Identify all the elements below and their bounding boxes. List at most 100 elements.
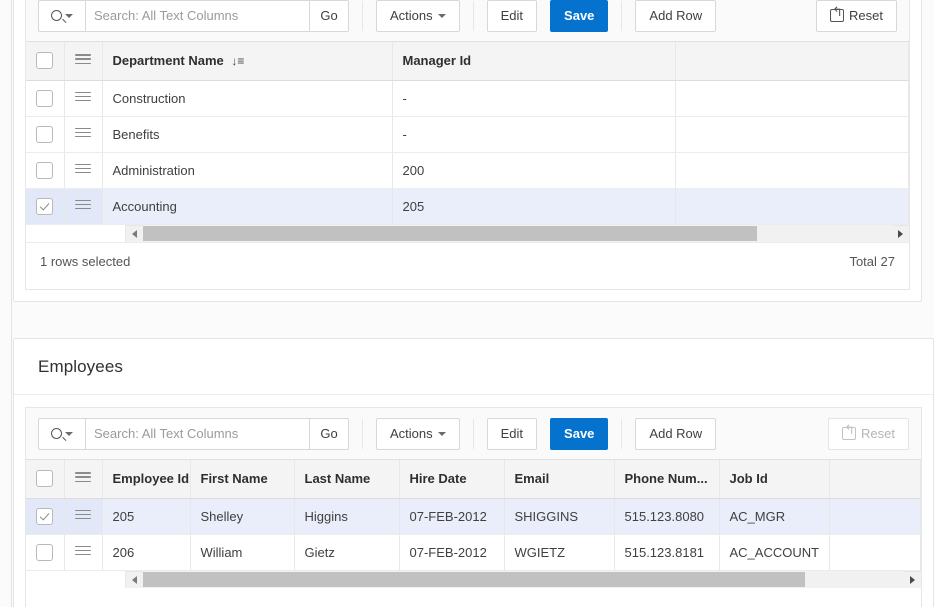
cell-phone-number[interactable]: 515.123.8080 — [614, 498, 719, 534]
departments-edit-button[interactable]: Edit — [487, 0, 537, 32]
cell-employee-id[interactable]: 206 — [102, 534, 190, 570]
table-row[interactable]: 205 Shelley Higgins 07-FEB-2012 SHIGGINS… — [26, 498, 921, 534]
hamburger-icon[interactable] — [75, 507, 91, 522]
cell-department-name[interactable]: Benefits — [102, 116, 392, 152]
row-checkbox[interactable] — [36, 198, 53, 215]
employees-select-all-header[interactable] — [26, 460, 64, 498]
employees-col-first-name[interactable]: First Name — [190, 460, 294, 498]
departments-scroll-track[interactable] — [143, 225, 892, 242]
row-select-cell[interactable] — [26, 188, 64, 224]
row-select-cell[interactable] — [26, 116, 64, 152]
row-actions-cell[interactable] — [64, 188, 102, 224]
row-checkbox[interactable] — [36, 90, 53, 107]
employees-search-columns-button[interactable] — [38, 418, 85, 450]
departments-search-input[interactable] — [85, 0, 309, 32]
row-checkbox[interactable] — [36, 126, 53, 143]
scroll-right-arrow-icon[interactable] — [892, 225, 909, 242]
row-checkbox[interactable] — [36, 544, 53, 561]
cell-manager-id[interactable]: - — [392, 80, 675, 116]
cell-first-name[interactable]: Shelley — [190, 498, 294, 534]
cell-department-name[interactable]: Accounting — [102, 188, 392, 224]
employees-col-hire-date[interactable]: Hire Date — [399, 460, 504, 498]
cell-last-name[interactable]: Gietz — [294, 534, 399, 570]
select-all-checkbox[interactable] — [36, 52, 53, 69]
row-select-cell[interactable] — [26, 498, 64, 534]
row-checkbox[interactable] — [36, 508, 53, 525]
employees-col-phone-number[interactable]: Phone Num... — [614, 460, 719, 498]
departments-search-columns-button[interactable] — [38, 0, 85, 32]
row-actions-cell[interactable] — [64, 116, 102, 152]
cell-email[interactable]: WGIETZ — [504, 534, 614, 570]
chevron-down-icon — [438, 14, 446, 18]
scroll-right-arrow-icon[interactable] — [904, 571, 921, 588]
hamburger-icon[interactable] — [75, 89, 91, 104]
employees-row-actions-header[interactable] — [64, 460, 102, 498]
cell-manager-id[interactable]: 205 — [392, 188, 675, 224]
row-actions-cell[interactable] — [64, 152, 102, 188]
employees-col-last-name[interactable]: Last Name — [294, 460, 399, 498]
departments-horizontal-scrollbar[interactable] — [26, 225, 909, 242]
hamburger-icon[interactable] — [75, 543, 91, 558]
col-label-department-name: Department Name — [113, 53, 224, 68]
cell-job-id[interactable]: AC_ACCOUNT — [719, 534, 829, 570]
cell-hire-date[interactable]: 07-FEB-2012 — [399, 498, 504, 534]
employees-add-row-button[interactable]: Add Row — [635, 418, 716, 450]
departments-col-manager-id[interactable]: Manager Id — [392, 42, 675, 80]
table-row[interactable]: Construction - — [26, 80, 909, 116]
departments-reset-button[interactable]: Reset — [816, 0, 897, 32]
row-select-cell[interactable] — [26, 152, 64, 188]
table-row[interactable]: Accounting 205 — [26, 188, 909, 224]
cell-employee-id[interactable]: 205 — [102, 498, 190, 534]
departments-add-row-button[interactable]: Add Row — [635, 0, 716, 32]
employees-actions-button[interactable]: Actions — [376, 418, 460, 450]
scroll-left-arrow-icon[interactable] — [126, 225, 143, 242]
hamburger-icon[interactable] — [75, 197, 91, 212]
employees-edit-button[interactable]: Edit — [487, 418, 537, 450]
cell-first-name[interactable]: William — [190, 534, 294, 570]
employees-save-button[interactable]: Save — [550, 418, 608, 450]
departments-interactive-grid: Go Actions Edit Save Add Row Reset — [25, 0, 910, 290]
departments-select-all-header[interactable] — [26, 42, 64, 80]
cell-hire-date[interactable]: 07-FEB-2012 — [399, 534, 504, 570]
employees-scroll-track[interactable] — [143, 571, 904, 588]
employees-search-input[interactable] — [85, 418, 309, 450]
employees-toolbar-divider-3 — [621, 419, 622, 449]
employees-scroll-thumb[interactable] — [143, 572, 805, 587]
hamburger-icon[interactable] — [75, 161, 91, 176]
cell-phone-number[interactable]: 515.123.8181 — [614, 534, 719, 570]
scroll-left-arrow-icon[interactable] — [126, 571, 143, 588]
row-actions-cell[interactable] — [64, 498, 102, 534]
table-row[interactable]: 206 William Gietz 07-FEB-2012 WGIETZ 515… — [26, 534, 921, 570]
table-row[interactable]: Benefits - — [26, 116, 909, 152]
hamburger-icon[interactable] — [75, 470, 91, 485]
departments-actions-button[interactable]: Actions — [376, 0, 460, 32]
cell-email[interactable]: SHIGGINS — [504, 498, 614, 534]
select-all-checkbox[interactable] — [36, 470, 53, 487]
row-actions-cell[interactable] — [64, 534, 102, 570]
cell-manager-id[interactable]: - — [392, 116, 675, 152]
departments-row-actions-header[interactable] — [64, 42, 102, 80]
row-select-cell[interactable] — [26, 534, 64, 570]
cell-manager-id[interactable]: 200 — [392, 152, 675, 188]
employees-go-button[interactable]: Go — [309, 418, 349, 450]
employees-horizontal-scrollbar[interactable] — [26, 571, 921, 588]
departments-col-department-name[interactable]: Department Name ↓≡ — [102, 42, 392, 80]
cell-job-id[interactable]: AC_MGR — [719, 498, 829, 534]
employees-region: Employees Go Actions Edit — [13, 338, 934, 607]
cell-last-name[interactable]: Higgins — [294, 498, 399, 534]
cell-department-name[interactable]: Administration — [102, 152, 392, 188]
table-row[interactable]: Administration 200 — [26, 152, 909, 188]
hamburger-icon[interactable] — [75, 52, 91, 67]
row-checkbox[interactable] — [36, 162, 53, 179]
employees-col-email[interactable]: Email — [504, 460, 614, 498]
row-actions-cell[interactable] — [64, 80, 102, 116]
employees-region-header: Employees — [14, 339, 933, 395]
hamburger-icon[interactable] — [75, 125, 91, 140]
departments-save-button[interactable]: Save — [550, 0, 608, 32]
employees-col-employee-id[interactable]: Employee Id — [102, 460, 190, 498]
employees-col-job-id[interactable]: Job Id — [719, 460, 829, 498]
cell-department-name[interactable]: Construction — [102, 80, 392, 116]
departments-go-button[interactable]: Go — [309, 0, 349, 32]
departments-scroll-thumb[interactable] — [143, 226, 757, 241]
row-select-cell[interactable] — [26, 80, 64, 116]
